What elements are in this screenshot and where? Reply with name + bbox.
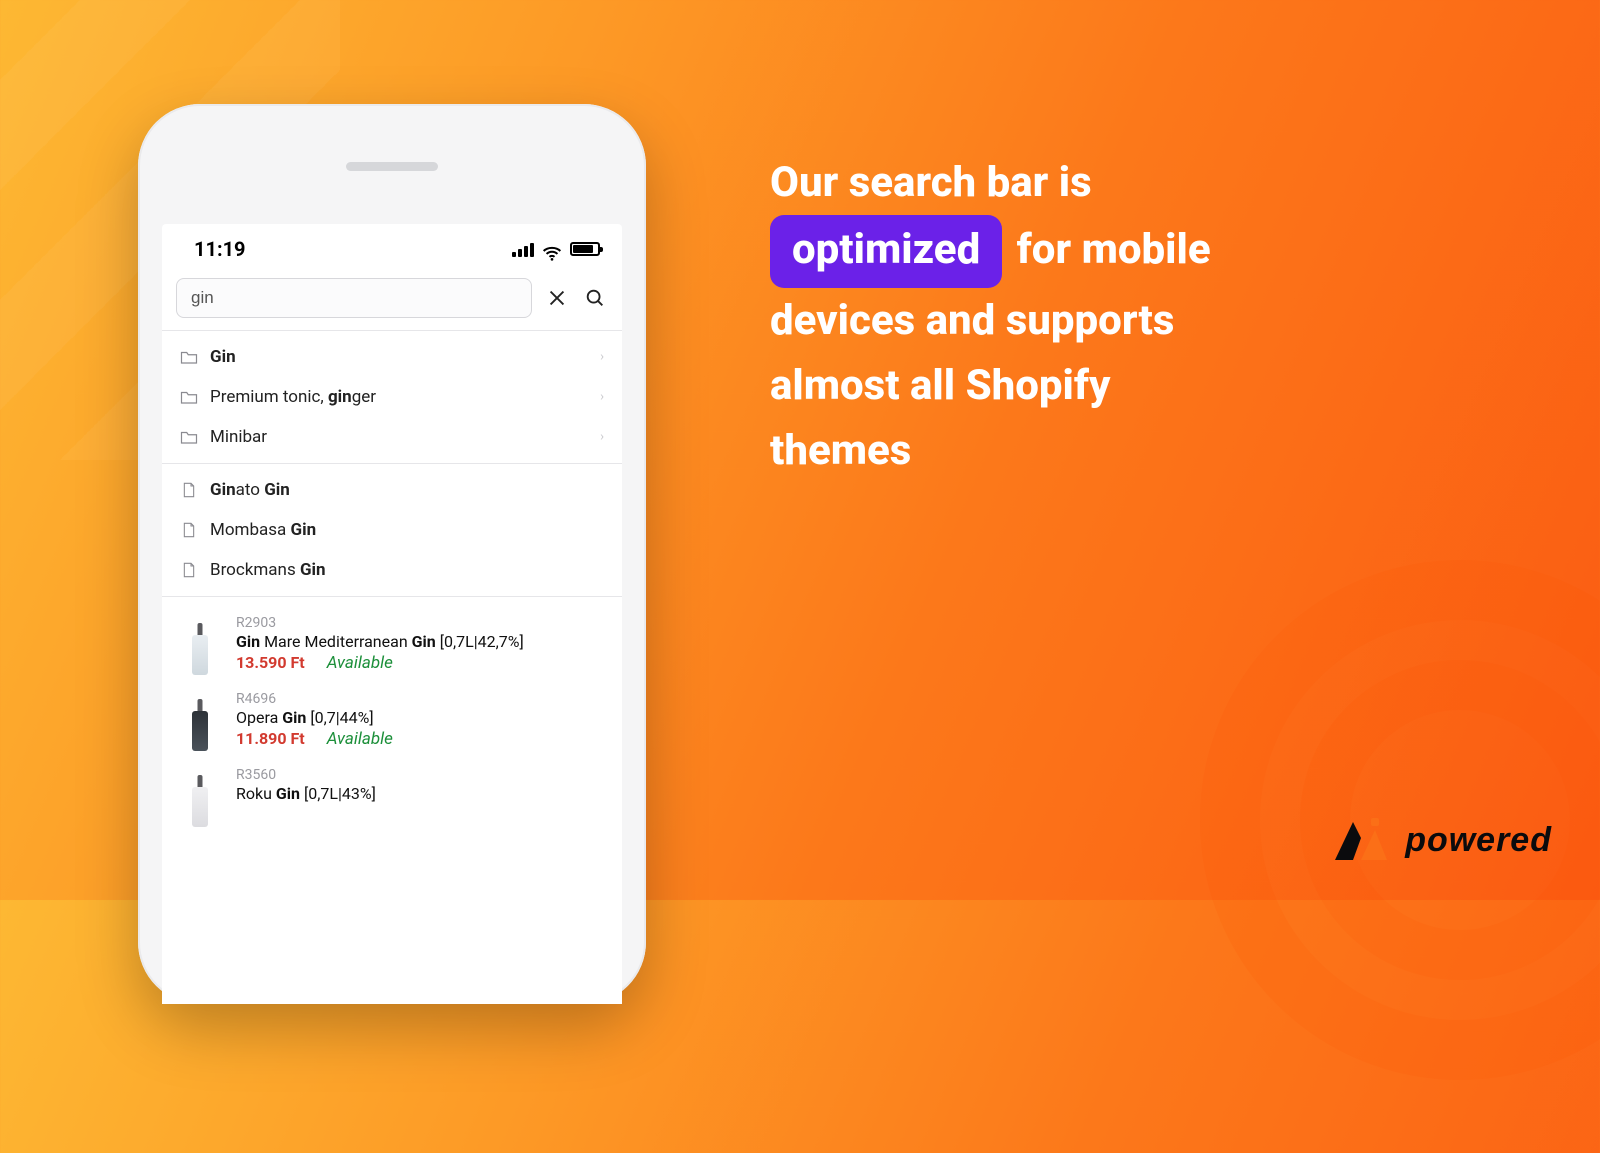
phone-screen: 11:19 (162, 224, 622, 1004)
chevron-right-icon: › (600, 430, 604, 445)
folder-icon (180, 429, 198, 445)
status-time: 11:19 (194, 237, 246, 261)
product-availability: Available (327, 729, 393, 749)
wifi-icon (542, 242, 562, 257)
status-bar: 11:19 (162, 224, 622, 274)
search-icon[interactable] (582, 285, 608, 311)
suggestion-label: Premium tonic, ginger (210, 387, 376, 407)
status-icons (512, 242, 600, 257)
product-result[interactable]: R2903 Gin Mare Mediterranean Gin [0,7L|4… (162, 605, 622, 681)
product-title: Roku Gin [0,7L|43%] (236, 784, 604, 803)
phone-speaker (346, 162, 438, 171)
product-price-row: 13.590 Ft Available (236, 653, 604, 673)
page-suggestion[interactable]: Ginato Gin (162, 470, 622, 510)
headline-text: almost all Shopify (770, 361, 1110, 410)
product-info: R3560 Roku Gin [0,7L|43%] (236, 767, 604, 827)
category-suggestions: Gin › Premium tonic, ginger › Minibar (162, 331, 622, 463)
product-sku: R4696 (236, 691, 604, 707)
suggestion-label: Gin (210, 347, 236, 367)
marketing-headline: Our search bar is optimized for mobile d… (770, 150, 1420, 483)
product-title: Gin Mare Mediterranean Gin [0,7L|42,7%] (236, 632, 604, 651)
headline-text: Our search bar is (770, 158, 1092, 207)
battery-icon (570, 242, 600, 256)
product-result[interactable]: R4696 Opera Gin [0,7|44%] 11.890 Ft Avai… (162, 681, 622, 757)
search-input[interactable] (176, 278, 532, 318)
product-result[interactable]: R3560 Roku Gin [0,7L|43%] (162, 757, 622, 833)
page-suggestion[interactable]: Mombasa Gin (162, 510, 622, 550)
folder-icon (180, 389, 198, 405)
category-suggestion[interactable]: Minibar › (162, 417, 622, 457)
page-icon (180, 562, 198, 578)
product-price-row: 11.890 Ft Available (236, 729, 604, 749)
bottle-icon (192, 775, 208, 827)
headline-highlight: optimized (770, 215, 1002, 288)
product-thumbnail (180, 691, 220, 751)
cellular-signal-icon (512, 242, 534, 257)
suggestion-label: Mombasa Gin (210, 520, 316, 540)
suggestion-label: Brockmans Gin (210, 560, 326, 580)
product-price: 11.890 Ft (236, 729, 305, 748)
page-icon (180, 522, 198, 538)
suggestion-label: Ginato Gin (210, 480, 290, 500)
product-price-row (236, 805, 604, 825)
folder-icon (180, 349, 198, 365)
page-suggestions: Ginato Gin Mombasa Gin Brockmans Gin (162, 464, 622, 596)
category-suggestion[interactable]: Gin › (162, 337, 622, 377)
brand-logo-icon (1331, 816, 1391, 864)
product-sku: R3560 (236, 767, 604, 783)
suggestion-label: Minibar (210, 427, 267, 447)
product-results: R2903 Gin Mare Mediterranean Gin [0,7L|4… (162, 597, 622, 853)
category-suggestion[interactable]: Premium tonic, ginger › (162, 377, 622, 417)
chevron-right-icon: › (600, 350, 604, 365)
page-suggestion[interactable]: Brockmans Gin (162, 550, 622, 590)
bottle-icon (192, 699, 208, 751)
headline-text: for mobile (1017, 225, 1211, 274)
brand-word: powered (1405, 821, 1552, 860)
product-sku: R2903 (236, 615, 604, 631)
headline-text: devices and supports (770, 296, 1174, 345)
headline-text: themes (770, 426, 911, 475)
product-info: R4696 Opera Gin [0,7|44%] 11.890 Ft Avai… (236, 691, 604, 751)
product-thumbnail (180, 767, 220, 827)
chevron-right-icon: › (600, 390, 604, 405)
page-icon (180, 482, 198, 498)
product-availability: Available (327, 653, 393, 673)
brand-badge: powered (1331, 816, 1552, 864)
product-price: 13.590 Ft (236, 653, 305, 672)
phone-frame: 11:19 (138, 104, 646, 1004)
product-thumbnail (180, 615, 220, 675)
product-info: R2903 Gin Mare Mediterranean Gin [0,7L|4… (236, 615, 604, 675)
search-row (162, 274, 622, 330)
bottle-icon (192, 623, 208, 675)
product-title: Opera Gin [0,7|44%] (236, 708, 604, 727)
clear-icon[interactable] (544, 285, 570, 311)
